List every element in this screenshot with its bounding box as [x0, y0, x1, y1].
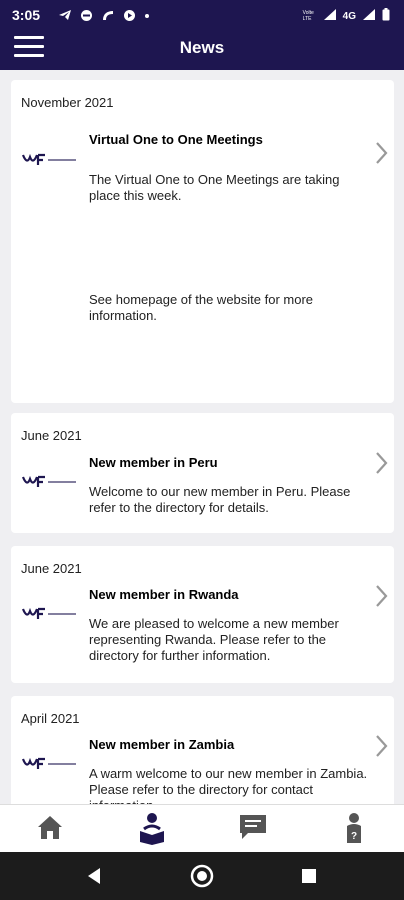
- news-card[interactable]: June 2021 New member in Rwanda We are pl…: [11, 546, 394, 683]
- news-card[interactable]: April 2021 New member in Zambia A warm w…: [11, 696, 394, 804]
- news-date: June 2021: [21, 428, 82, 443]
- status-time: 3:05: [12, 7, 41, 23]
- chevron-right-icon: [376, 735, 388, 757]
- dot-icon: [144, 9, 150, 25]
- system-navigation-bar: [0, 852, 404, 900]
- news-date: November 2021: [21, 95, 114, 110]
- organization-logo: [21, 153, 76, 165]
- battery-icon: [382, 8, 390, 24]
- news-list[interactable]: November 2021 Virtual One to One Meeting…: [0, 70, 404, 804]
- volte-badge: Volte LTE: [302, 10, 314, 22]
- news-title: New member in Zambia: [89, 737, 235, 752]
- network-type: 4G: [342, 10, 356, 22]
- app-bar: News: [0, 30, 404, 70]
- recents-icon[interactable]: [295, 864, 323, 888]
- news-title: Virtual One to One Meetings: [89, 132, 263, 147]
- news-card[interactable]: November 2021 Virtual One to One Meeting…: [11, 80, 394, 403]
- news-body: Welcome to our new member in Peru. Pleas…: [89, 484, 351, 515]
- organization-logo: [21, 607, 76, 619]
- signal-icon: [323, 8, 337, 24]
- tab-home[interactable]: [34, 811, 66, 845]
- back-icon[interactable]: [80, 864, 108, 888]
- news-card[interactable]: June 2021 New member in Peru Welcome to …: [11, 413, 394, 533]
- chevron-right-icon: [376, 585, 388, 607]
- news-title: New member in Peru: [89, 455, 218, 470]
- status-bar: 3:05 Volte LTE 4G: [0, 0, 404, 30]
- tab-reading[interactable]: [136, 811, 168, 845]
- home-button-icon[interactable]: [188, 864, 216, 888]
- bottom-tab-bar: ?: [0, 804, 404, 852]
- blocked-icon: [80, 9, 93, 25]
- svg-text:?: ?: [351, 831, 357, 842]
- page-title: News: [179, 38, 225, 57]
- tab-messages[interactable]: [237, 811, 269, 845]
- news-title: New member in Rwanda: [89, 587, 239, 602]
- news-date: April 2021: [21, 711, 80, 726]
- organization-logo: [21, 475, 76, 487]
- telegram-icon: [58, 8, 72, 25]
- chevron-right-icon: [376, 452, 388, 474]
- news-body: The Virtual One to One Meetings are taki…: [89, 172, 340, 203]
- dish-icon: [101, 9, 115, 25]
- organization-logo: [21, 757, 76, 769]
- news-date: June 2021: [21, 561, 82, 576]
- signal-icon-2: [362, 8, 376, 24]
- play-icon: [123, 9, 136, 25]
- chevron-right-icon: [376, 142, 388, 164]
- news-body: A warm welcome to our new member in Zamb…: [89, 766, 368, 804]
- tab-help[interactable]: ?: [338, 811, 370, 845]
- news-body: We are pleased to welcome a new member r…: [89, 616, 339, 663]
- news-body-extra: See homepage of the website for more inf…: [89, 292, 314, 323]
